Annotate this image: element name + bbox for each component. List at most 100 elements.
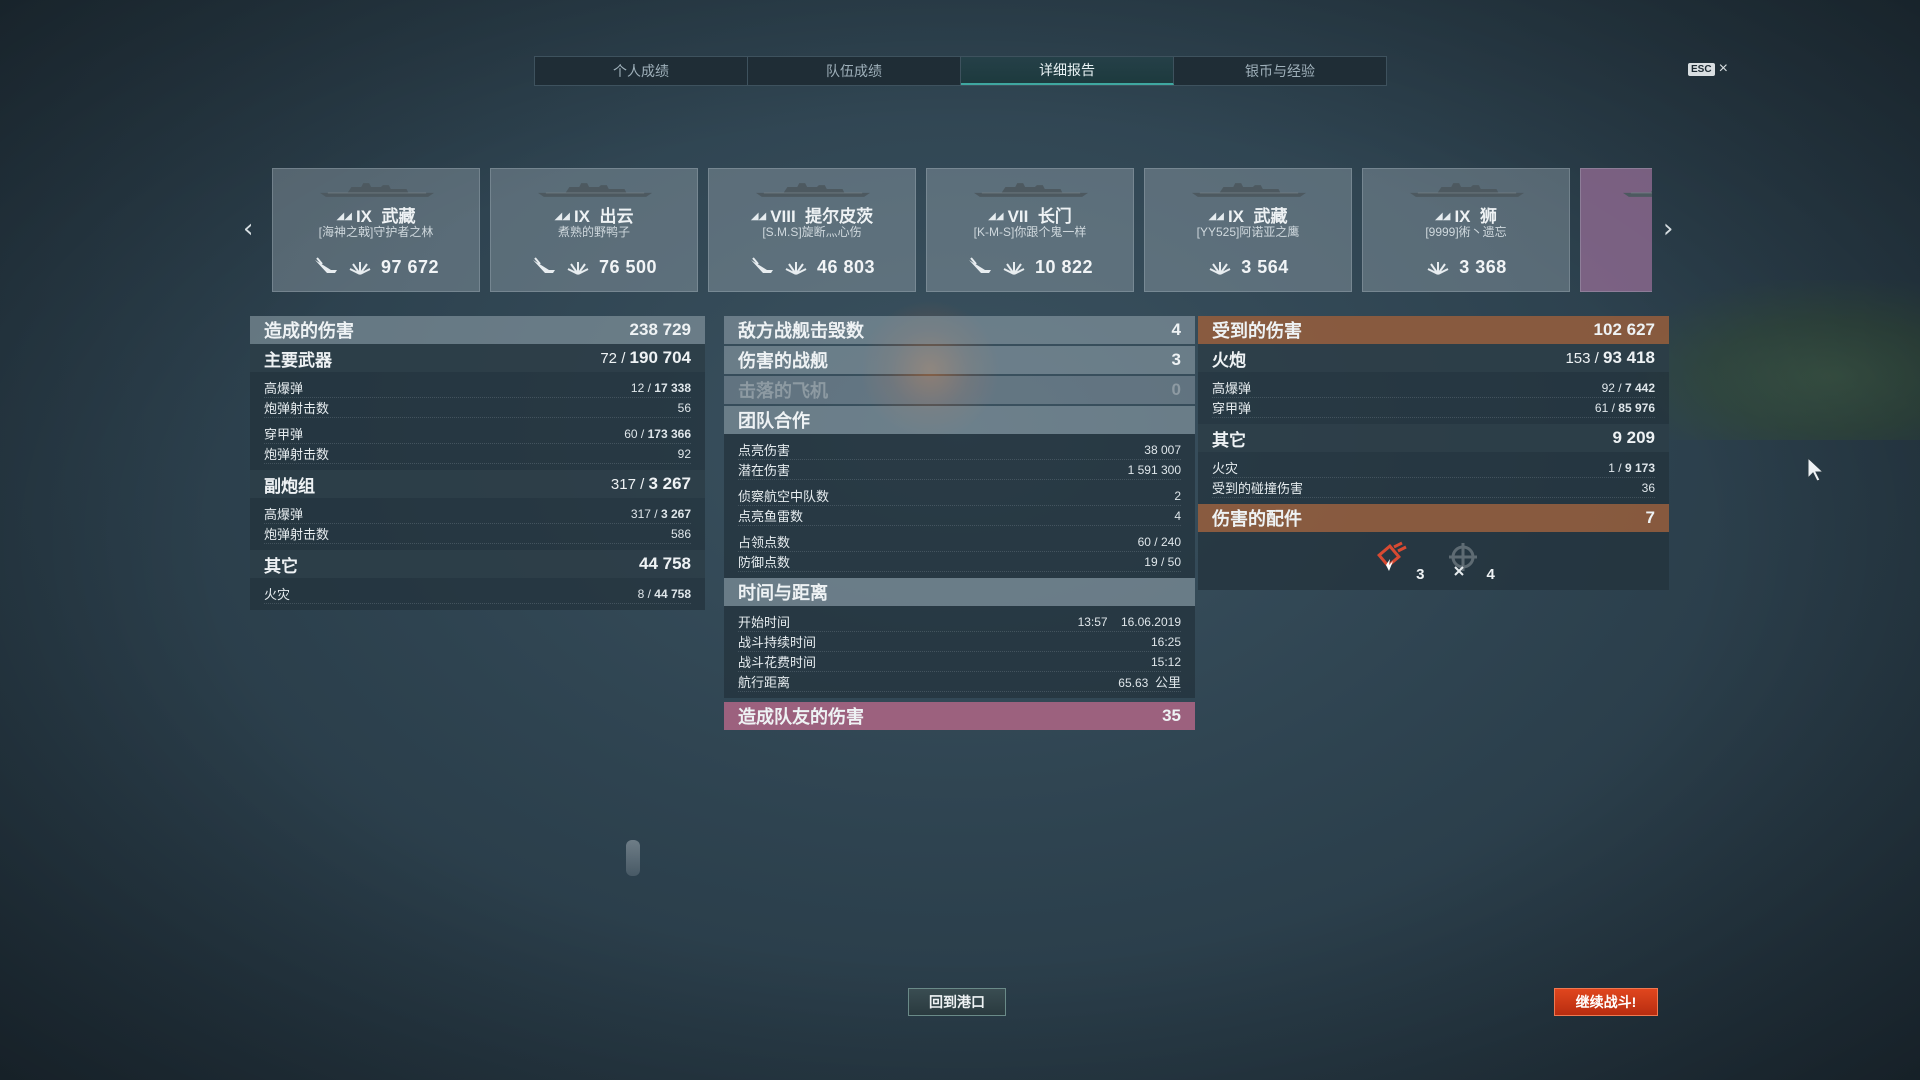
ship-silhouette-icon [754,181,872,197]
ships-destroyed-value: 4 [1171,320,1181,339]
time-spent-row: 战斗花费时间 15:12 [738,652,1181,672]
damage-received-panel: 受到的伤害 102 627 火炮 153 / 93 418 高爆弹 92 / 7 … [1198,316,1669,590]
main-battery-label: 主要武器 [264,350,332,370]
sec-he-row: 高爆弹 317 / 3 267 [264,504,691,524]
damage-burst-icon [1425,254,1451,281]
ship-card[interactable]: ◢◢ VIII 提尔皮茨 [S.M.S]旋断灬心伤 46 803 [708,168,916,292]
player-name: 煮熟的野鸭子 [557,225,630,239]
ship-stats: 10 822 [927,254,1133,281]
aircraft-icon [531,254,557,281]
time-distance-header: 时间与距离 [724,578,1195,606]
aircraft-icon [313,254,339,281]
team-damage-label: 造成队友的伤害 [738,707,864,727]
ship-card[interactable]: ◢◢ IX 武藏 [海神之戟]守护者之林 97 672 [272,168,480,292]
damage-burst-icon [1207,254,1233,281]
tab-personal[interactable]: 个人成绩 [535,57,748,85]
player-name: [海神之戟]守护者之林 [318,225,434,239]
damage-dealt-label: 造成的伤害 [264,321,354,341]
ship-stats: 3 564 [1145,254,1351,281]
ship-card-partial[interactable] [1580,168,1652,292]
secondary-value: 317 / 3 267 [610,474,691,493]
ship-silhouette-icon [972,181,1090,197]
planes-shot-value: 0 [1171,380,1181,399]
other-damage-header: 其它 44 758 [250,550,705,578]
tab-credits-xp[interactable]: 银币与经验 [1174,57,1386,85]
ship-silhouette-icon [1190,181,1308,197]
aircraft-icon [967,254,993,281]
distance-row: 航行距离 65.63 公里 [738,672,1181,692]
tab-detailed-report[interactable]: 详细报告 [961,57,1174,85]
damage-burst-icon [783,254,809,281]
engine-module: 3 [1372,539,1425,583]
damage-dealt-panel: 造成的伤害 238 729 主要武器 72 / 190 704 高爆弹 12 / … [250,316,705,610]
ship-damage-value: 46 803 [816,257,876,277]
other-damage-label: 其它 [264,556,298,576]
battle-duration-row: 战斗持续时间 16:25 [738,632,1181,652]
ships-damaged-header: 伤害的战舰 3 [724,346,1195,374]
planes-shot-label: 击落的飞机 [738,381,828,401]
aircraft-icon [749,254,775,281]
secondary-details: 高爆弹 317 / 3 267 炮弹射击数 586 [250,498,705,550]
ship-damage-value: 76 500 [598,257,658,277]
damaged-modules-label: 伤害的配件 [1212,509,1302,529]
nation-flag-icon: ◢◢ [1208,211,1224,222]
damaged-modules-list: 3 4 [1198,532,1669,590]
secondary-label: 副炮组 [264,476,315,496]
ship-damage-value: 97 672 [380,257,440,277]
ship-card[interactable]: ◢◢ IX 出云 煮熟的野鸭子 76 500 [490,168,698,292]
battle-summary-panel: 敌方战舰击毁数 4 伤害的战舰 3 击落的飞机 0 团队合作 点亮伤害 38 00… [724,316,1195,730]
time-distance-details: 开始时间 13:57 16.06.2019 战斗持续时间 16:25 战斗花费时间 1… [724,606,1195,698]
ships-destroyed-header: 敌方战舰击毁数 4 [724,316,1195,344]
ship-stats: 97 672 [273,254,479,281]
player-name: [K-M-S]你跟个鬼一样 [973,225,1087,239]
damage-dealt-value: 238 729 [629,320,691,339]
teamwork-details: 点亮伤害 38 007 潜在伤害 1 591 300 侦察航空中队数 2 点亮鱼雷数 4… [724,434,1195,578]
player-name: [S.M.S]旋断灬心伤 [762,225,862,239]
team-damage-header: 造成队友的伤害 35 [724,702,1195,730]
close-button[interactable]: ESC × [1688,61,1728,77]
ship-damage-value: 10 822 [1034,257,1094,277]
potential-damage-row: 潜在伤害 1 591 300 [738,460,1181,480]
damage-received-label: 受到的伤害 [1212,321,1302,341]
carousel-prev-arrow-icon[interactable]: ‹ [243,214,253,244]
received-other-header: 其它 9 209 [1198,424,1669,452]
steering-module: 4 [1443,539,1495,583]
ship-silhouette-icon [318,181,436,197]
ship-silhouette-icon [536,181,654,197]
spotting-damage-row: 点亮伤害 38 007 [738,440,1181,460]
received-fire-row: 火灾 1 / 9 173 [1212,458,1655,478]
artillery-value: 153 / 93 418 [1565,348,1655,367]
mouse-cursor-icon [1807,456,1825,482]
carousel-next-arrow-icon[interactable]: › [1663,214,1673,244]
background-ship [626,840,640,876]
ship-stats: 3 368 [1363,254,1569,281]
teamwork-header: 团队合作 [724,406,1195,434]
start-time-row: 开始时间 13:57 16.06.2019 [738,612,1181,632]
mb-he-shots-row: 炮弹射击数 56 [264,398,691,418]
ship-card[interactable]: ◢◢ IX 武藏 [YY525]阿诺亚之鹰 3 564 [1144,168,1352,292]
nation-flag-icon: ◢◢ [750,211,767,222]
engine-damage-icon [1372,539,1412,583]
sec-he-shots-row: 炮弹射击数 586 [264,524,691,544]
ramming-row: 受到的碰撞伤害 36 [1212,478,1655,498]
ship-carousel: ◢◢ IX 武藏 [海神之戟]守护者之林 97 672 ◢◢ IX 出云 煮熟的野鸭子 76 … [272,168,1652,292]
art-he-row: 高爆弹 92 / 7 442 [1212,378,1655,398]
ship-card[interactable]: ◢◢ IX 狮 [9999]術丶遗忘 3 368 [1362,168,1570,292]
damage-burst-icon [565,254,591,281]
ship-stats: 76 500 [491,254,697,281]
tab-team[interactable]: 队伍成绩 [748,57,961,85]
mb-ap-shots-row: 炮弹射击数 92 [264,444,691,464]
team-damage-value: 35 [1162,706,1181,725]
ship-card[interactable]: ◢◢ VII 长门 [K-M-S]你跟个鬼一样 10 822 [926,168,1134,292]
mb-he-row: 高爆弹 12 / 17 338 [264,378,691,398]
secondary-header: 副炮组 317 / 3 267 [250,470,705,498]
tab-bar: 个人成绩 队伍成绩 详细报告 银币与经验 [534,56,1387,86]
continue-battle-button[interactable]: 继续战斗! [1554,988,1658,1016]
steering-damage-icon [1443,539,1483,583]
main-battery-details: 高爆弹 12 / 17 338 炮弹射击数 56 穿甲弹 60 / 173 366 炮… [250,372,705,470]
time-distance-label: 时间与距离 [738,583,828,603]
capture-points-row: 占领点数 60 / 240 [738,532,1181,552]
ship-stats: 46 803 [709,254,915,281]
player-name: [YY525]阿诺亚之鹰 [1196,225,1300,239]
return-to-port-button[interactable]: 回到港口 [908,988,1006,1016]
